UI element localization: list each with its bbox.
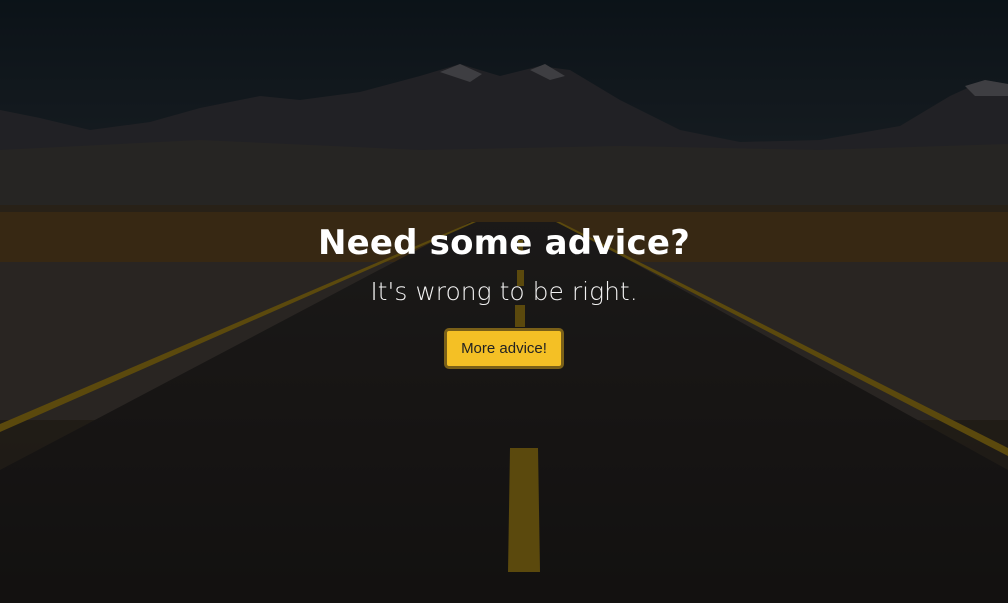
button-container: More advice! — [0, 328, 1008, 369]
hero-content: Need some advice? It's wrong to be right… — [0, 220, 1008, 369]
hero-section: Need some advice? It's wrong to be right… — [0, 0, 1008, 603]
advice-text: It's wrong to be right. — [370, 277, 638, 306]
more-advice-button[interactable]: More advice! — [444, 328, 564, 369]
headline: Need some advice? — [317, 223, 691, 263]
